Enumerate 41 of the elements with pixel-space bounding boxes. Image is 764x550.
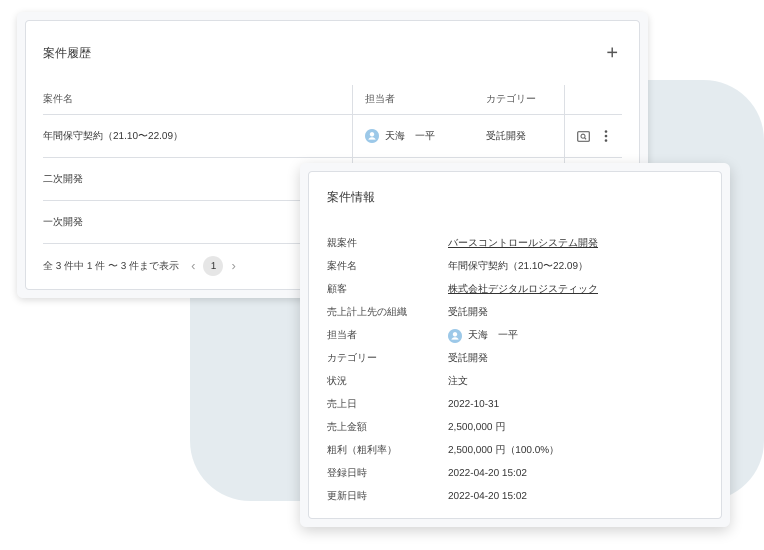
table-cell-text: 天海 一平 (385, 130, 435, 144)
field-value: 注文 (448, 374, 468, 389)
field-value: 天海 一平 (468, 329, 518, 343)
field-label: 売上計上先の組織 (327, 307, 407, 318)
field-link[interactable]: 株式会社デジタルロジスティック (448, 282, 598, 297)
card-title: 案件履歴 (43, 45, 91, 62)
avatar-icon (448, 328, 462, 342)
field-label: 更新日時 (327, 491, 367, 502)
field-value: 2,500,000 円 (448, 421, 506, 435)
pagination-summary: 全 3 件中 1 件 〜 3 件まで表示 (43, 260, 180, 274)
field-label: 売上日 (327, 399, 357, 410)
add-button[interactable]: + (602, 43, 622, 63)
preview-icon[interactable] (577, 130, 590, 142)
field-label: 売上金額 (327, 422, 367, 433)
column-header: カテゴリー (486, 93, 536, 107)
table-cell-text: 一次開発 (43, 216, 83, 230)
field-label: 担当者 (327, 330, 357, 341)
field-label: 親案件 (327, 238, 357, 249)
field-label: 状況 (327, 376, 347, 387)
avatar-icon (365, 129, 379, 143)
field-label: カテゴリー (327, 353, 377, 364)
field-label: 粗利（粗利率） (327, 445, 397, 456)
field-value: 年間保守契約（21.10〜22.09） (448, 260, 588, 274)
field-value: 2,500,000 円（100.0%） (448, 444, 560, 458)
table-cell-text: 年間保守契約（21.10〜22.09） (43, 130, 184, 144)
field-label: 案件名 (327, 261, 357, 272)
page-button[interactable]: 1 (203, 256, 224, 276)
table-cell-text: 受託開発 (486, 130, 526, 144)
field-value: 2022-10-31 (448, 398, 500, 412)
column-header: 案件名 (43, 92, 73, 107)
field-value: 受託開発 (448, 306, 488, 320)
field-value: 2022-04-20 15:02 (448, 467, 527, 481)
field-value: 受託開発 (448, 352, 488, 366)
column-header: 担当者 (365, 92, 395, 107)
field-label: 登録日時 (327, 468, 367, 479)
field-value: 2022-04-20 15:02 (448, 490, 527, 504)
table-cell-text: 二次開発 (43, 172, 83, 186)
more-options-icon[interactable] (604, 130, 608, 142)
field-link[interactable]: バースコントロールシステム開発 (448, 236, 598, 251)
field-label: 顧客 (327, 284, 347, 295)
card-title: 案件情報 (327, 189, 376, 206)
